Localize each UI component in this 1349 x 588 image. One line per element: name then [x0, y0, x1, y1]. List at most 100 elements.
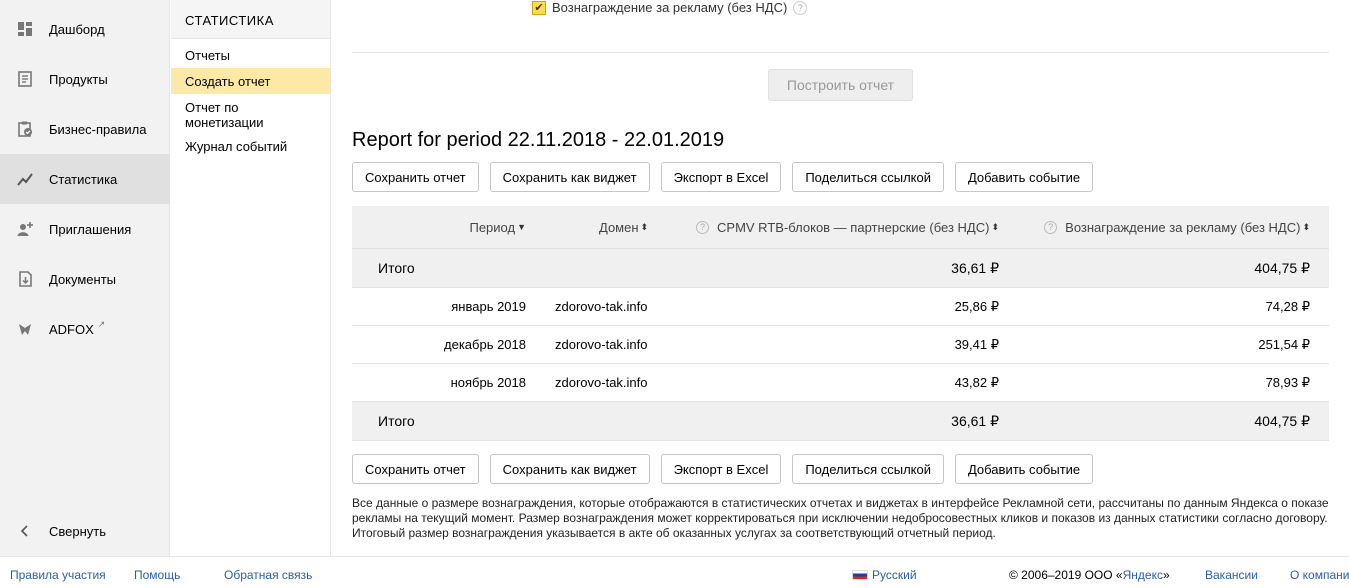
save-as-widget-button[interactable]: Сохранить как виджет — [489, 454, 650, 484]
report-title: Report for period 22.11.2018 - 22.01.201… — [352, 129, 725, 151]
column-header-cpmv[interactable]: ? CPMV RTB-блоков — партнерские (без НДС… — [692, 206, 999, 248]
row-reward: 251,54 ₽ — [1258, 336, 1310, 352]
nav-item-label: Бизнес-правила — [49, 121, 147, 137]
adfox-icon — [16, 320, 34, 338]
footer-copyright: © 2006–2019 ООО «Яндекс» — [1009, 568, 1170, 582]
subnav-title: СТАТИСТИКА — [171, 0, 330, 39]
footer-vacancies-link[interactable]: Вакансии — [1205, 568, 1258, 582]
reward-checkbox[interactable]: ✔ — [532, 0, 546, 15]
nav-item-business-rules[interactable]: Бизнес-правила — [0, 104, 170, 154]
share-link-button[interactable]: Поделиться ссылкой — [792, 454, 944, 484]
sort-icon: ⬍ — [640, 221, 649, 232]
nav-item-adfox[interactable]: ADFOX ↗ — [0, 304, 170, 354]
reward-checkbox-label[interactable]: Вознаграждение за рекламу (без НДС) — [552, 0, 787, 15]
divider — [352, 52, 1329, 53]
subnav-item-create-report[interactable]: Создать отчет — [171, 68, 330, 94]
row-period: январь 2019 — [451, 299, 526, 314]
reward-disclaimer: Все данные о размере вознаграждения, кот… — [352, 496, 1329, 540]
nav-item-label: Продукты — [49, 71, 108, 87]
chevron-left-icon — [16, 522, 34, 540]
row-period: ноябрь 2018 — [450, 375, 526, 390]
documents-icon — [16, 270, 34, 288]
row-cpmv: 43,82 ₽ — [954, 374, 999, 390]
nav-item-label: Документы — [49, 271, 117, 287]
left-nav: Дашборд Продукты Бизнес-правила Статисти… — [0, 0, 170, 556]
column-header-label: Период — [469, 219, 516, 235]
total-label: Итого — [378, 413, 415, 429]
footer-help-link[interactable]: Помощь — [134, 568, 180, 582]
table-row: ноябрь 2018 zdorovo-tak.info 43,82 ₽ 78,… — [352, 364, 1329, 402]
language-switcher[interactable]: Русский — [852, 568, 917, 582]
total-cpmv: 36,61 ₽ — [951, 412, 999, 429]
external-link-icon: ↗ — [97, 318, 106, 329]
sort-icon: ⬍ — [991, 221, 999, 232]
table-total-row: Итого 36,61 ₽ 404,75 ₽ — [352, 249, 1329, 288]
total-cpmv: 36,61 ₽ — [951, 259, 999, 276]
export-excel-button[interactable]: Экспорт в Excel — [660, 162, 782, 192]
subnav-item-reports[interactable]: Отчеты — [171, 43, 330, 68]
footer-rules-link[interactable]: Правила участия — [10, 568, 106, 582]
collapse-button[interactable]: Свернуть — [0, 506, 170, 556]
row-cpmv: 39,41 ₽ — [954, 336, 999, 352]
total-label: Итого — [378, 260, 415, 276]
column-header-label: CPMV RTB-блоков — партнерские (без НДС) — [717, 219, 990, 235]
row-reward: 78,93 ₽ — [1265, 374, 1310, 390]
subnav-item-event-log[interactable]: Журнал событий — [171, 135, 330, 159]
table-row: декабрь 2018 zdorovo-tak.info 39,41 ₽ 25… — [352, 326, 1329, 364]
nav-item-label: Дашборд — [49, 21, 105, 37]
save-report-button[interactable]: Сохранить отчет — [352, 454, 479, 484]
invite-icon — [16, 220, 34, 238]
language-label: Русский — [872, 568, 917, 582]
nav-item-documents[interactable]: Документы — [0, 254, 170, 304]
column-header-label: Домен — [599, 219, 639, 235]
nav-item-statistics[interactable]: Статистика — [0, 154, 170, 204]
add-event-button[interactable]: Добавить событие — [954, 162, 1094, 192]
nav-item-invitations[interactable]: Приглашения — [0, 204, 170, 254]
build-report-button[interactable]: Построить отчет — [768, 69, 913, 101]
help-icon[interactable]: ? — [696, 220, 710, 234]
column-header-period[interactable]: Период ▼ — [352, 206, 526, 248]
table-total-row: Итого 36,61 ₽ 404,75 ₽ — [352, 402, 1329, 441]
row-reward: 74,28 ₽ — [1265, 298, 1310, 314]
footer-yandex-link[interactable]: Яндекс — [1123, 568, 1163, 582]
report-actions-top: Сохранить отчет Сохранить как виджет Экс… — [352, 162, 1094, 192]
business-rules-icon — [16, 120, 34, 138]
export-excel-button[interactable]: Экспорт в Excel — [660, 454, 782, 484]
row-domain: zdorovo-tak.info — [555, 299, 648, 314]
dashboard-icon — [16, 20, 34, 38]
row-domain: zdorovo-tak.info — [555, 375, 648, 390]
russian-flag-icon — [852, 570, 868, 580]
products-icon — [16, 70, 34, 88]
copyright-text: © 2006–2019 ООО « — [1009, 568, 1123, 582]
report-actions-bottom: Сохранить отчет Сохранить как виджет Экс… — [352, 454, 1094, 484]
sort-desc-icon: ▼ — [517, 222, 526, 232]
collapse-label: Свернуть — [49, 523, 107, 539]
nav-item-label: Статистика — [49, 171, 118, 187]
reward-checkbox-row: ✔ Вознаграждение за рекламу (без НДС) ? — [532, 0, 808, 15]
help-icon[interactable]: ? — [1044, 220, 1058, 234]
table-header: Период ▼ Домен ⬍ ? CPMV RTB-блоков — партн… — [352, 206, 1329, 249]
share-link-button[interactable]: Поделиться ссылкой — [792, 162, 944, 192]
nav-item-label: ADFOX — [49, 321, 94, 337]
total-reward: 404,75 ₽ — [1254, 412, 1310, 429]
help-icon[interactable]: ? — [793, 0, 808, 15]
nav-item-products[interactable]: Продукты — [0, 54, 170, 104]
row-period: декабрь 2018 — [444, 337, 526, 352]
nav-item-label: Приглашения — [49, 221, 132, 237]
column-header-label: Вознаграждение за рекламу (без НДС) — [1065, 219, 1301, 235]
sort-icon: ⬍ — [1302, 221, 1310, 232]
table-row: январь 2019 zdorovo-tak.info 25,86 ₽ 74,… — [352, 288, 1329, 326]
add-event-button[interactable]: Добавить событие — [954, 454, 1094, 484]
total-reward: 404,75 ₽ — [1254, 259, 1310, 276]
save-as-widget-button[interactable]: Сохранить как виджет — [489, 162, 650, 192]
nav-item-dashboard[interactable]: Дашборд — [0, 4, 170, 54]
column-header-reward[interactable]: ? Вознаграждение за рекламу (без НДС) ⬍ — [1012, 206, 1310, 248]
statistics-subnav: СТАТИСТИКА Отчеты Создать отчет Отчет по… — [171, 0, 331, 556]
save-report-button[interactable]: Сохранить отчет — [352, 162, 479, 192]
footer-feedback-link[interactable]: Обратная связь — [224, 568, 312, 582]
copyright-text: » — [1162, 568, 1170, 582]
row-cpmv: 25,86 ₽ — [954, 298, 999, 314]
footer-about-link[interactable]: О компании — [1290, 568, 1349, 582]
statistics-icon — [16, 170, 34, 188]
subnav-item-monetization-report[interactable]: Отчет по монетизации — [171, 94, 330, 135]
